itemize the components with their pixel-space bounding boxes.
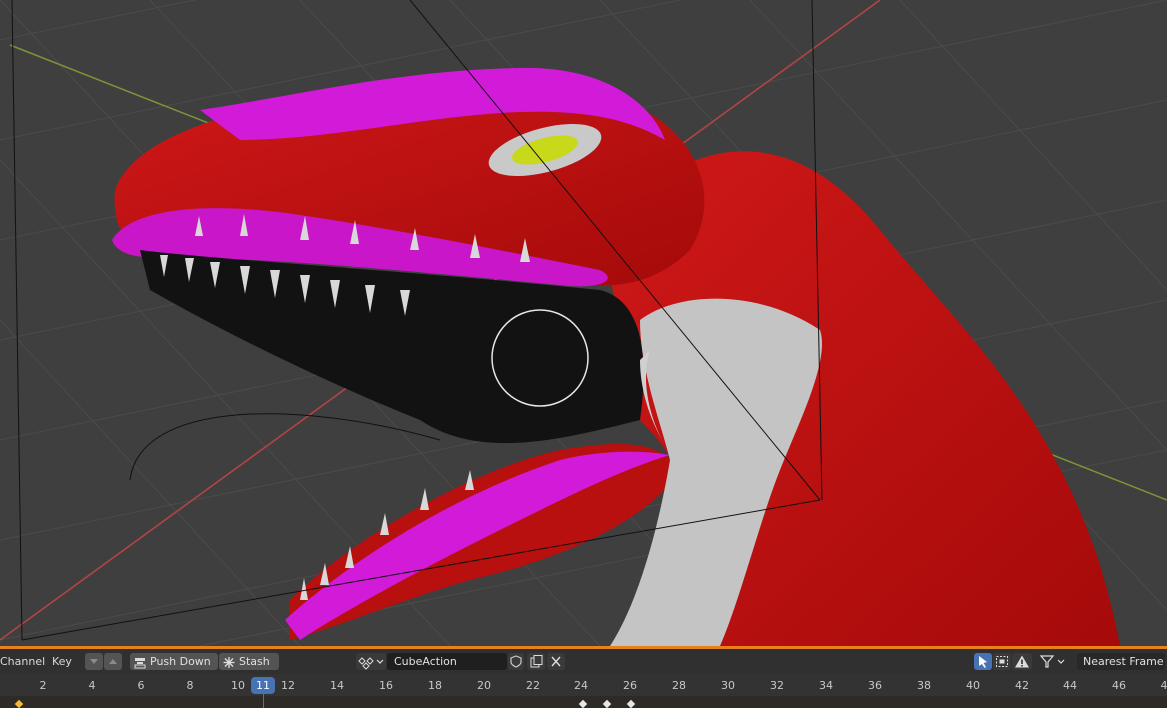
- playhead-line[interactable]: [263, 694, 264, 708]
- frame-tick: 38: [917, 679, 931, 692]
- move-down-button[interactable]: [85, 653, 103, 670]
- keyframe[interactable]: [14, 699, 24, 708]
- frame-tick: 30: [721, 679, 735, 692]
- frame-tick: 10: [231, 679, 245, 692]
- current-frame-indicator[interactable]: 11: [251, 677, 275, 694]
- keyframe[interactable]: [626, 699, 636, 708]
- duplicate-icon: [530, 655, 543, 668]
- frame-tick: 44: [1063, 679, 1077, 692]
- snap-mode-dropdown[interactable]: Nearest Frame: [1077, 653, 1165, 670]
- stash-icon: [223, 656, 235, 668]
- frame-tick: 8: [186, 679, 194, 692]
- stash-button[interactable]: Stash: [219, 653, 279, 670]
- only-errors-toggle[interactable]: [1012, 653, 1032, 670]
- show-hidden-toggle[interactable]: [993, 653, 1011, 670]
- action-icon: [358, 657, 384, 670]
- push-down-label: Push Down: [150, 655, 211, 668]
- duplicate-action-button[interactable]: [527, 653, 545, 670]
- dinosaur-lower-jaw: [290, 444, 680, 640]
- unlink-action-button[interactable]: [547, 653, 565, 670]
- frame-tick: 6: [137, 679, 145, 692]
- frame-tick: 2: [39, 679, 47, 692]
- frame-tick: 36: [868, 679, 882, 692]
- keyframe-summary-row[interactable]: [0, 696, 1167, 708]
- 3d-viewport[interactable]: [0, 0, 1167, 646]
- action-selector-button[interactable]: [356, 653, 386, 670]
- select-cursor-icon: [979, 656, 987, 668]
- keyframe[interactable]: [602, 699, 612, 708]
- warning-icon: [1015, 655, 1029, 668]
- viewport-canvas[interactable]: [0, 0, 1167, 646]
- filters-dropdown[interactable]: [1037, 653, 1071, 670]
- channel-menu[interactable]: Channel: [0, 653, 45, 670]
- box-select-icon: [996, 656, 1008, 667]
- frame-tick: 26: [623, 679, 637, 692]
- frame-tick: 16: [379, 679, 393, 692]
- frame-tick: 32: [770, 679, 784, 692]
- frame-tick: 28: [672, 679, 686, 692]
- frame-tick: 22: [526, 679, 540, 692]
- chevron-down-icon: [376, 659, 384, 664]
- frame-tick: 34: [819, 679, 833, 692]
- frame-tick: 20: [477, 679, 491, 692]
- frame-tick: 18: [428, 679, 442, 692]
- frame-tick: 46: [1112, 679, 1126, 692]
- filter-icon: [1039, 655, 1065, 668]
- arrow-up-icon: [109, 659, 117, 664]
- frame-ruler[interactable]: 2 4 6 8 10 12 14 16 18 20 22 24 26 28 30…: [0, 674, 1167, 696]
- push-down-button[interactable]: Push Down: [130, 653, 218, 670]
- push-down-icon: [134, 657, 146, 668]
- frame-tick: 42: [1015, 679, 1029, 692]
- keyframe[interactable]: [578, 699, 588, 708]
- frame-tick: 12: [281, 679, 295, 692]
- move-up-button[interactable]: [104, 653, 122, 670]
- dopesheet-header: Channel Key Push Down Stash CubeAction N…: [0, 649, 1167, 674]
- frame-tick: 24: [574, 679, 588, 692]
- dopesheet-timeline[interactable]: 2 4 6 8 10 12 14 16 18 20 22 24 26 28 30…: [0, 674, 1167, 708]
- stash-label: Stash: [239, 655, 270, 668]
- action-name-field[interactable]: CubeAction: [387, 653, 507, 670]
- only-selected-toggle[interactable]: [974, 653, 992, 670]
- frame-tick: 14: [330, 679, 344, 692]
- arrow-down-icon: [90, 659, 98, 664]
- key-menu[interactable]: Key: [52, 653, 72, 670]
- fake-user-button[interactable]: [508, 653, 524, 670]
- frame-tick: 40: [966, 679, 980, 692]
- frame-tick: 4: [88, 679, 96, 692]
- shield-icon: [510, 655, 522, 668]
- close-icon: [551, 656, 561, 667]
- frame-tick: 4: [1160, 679, 1167, 692]
